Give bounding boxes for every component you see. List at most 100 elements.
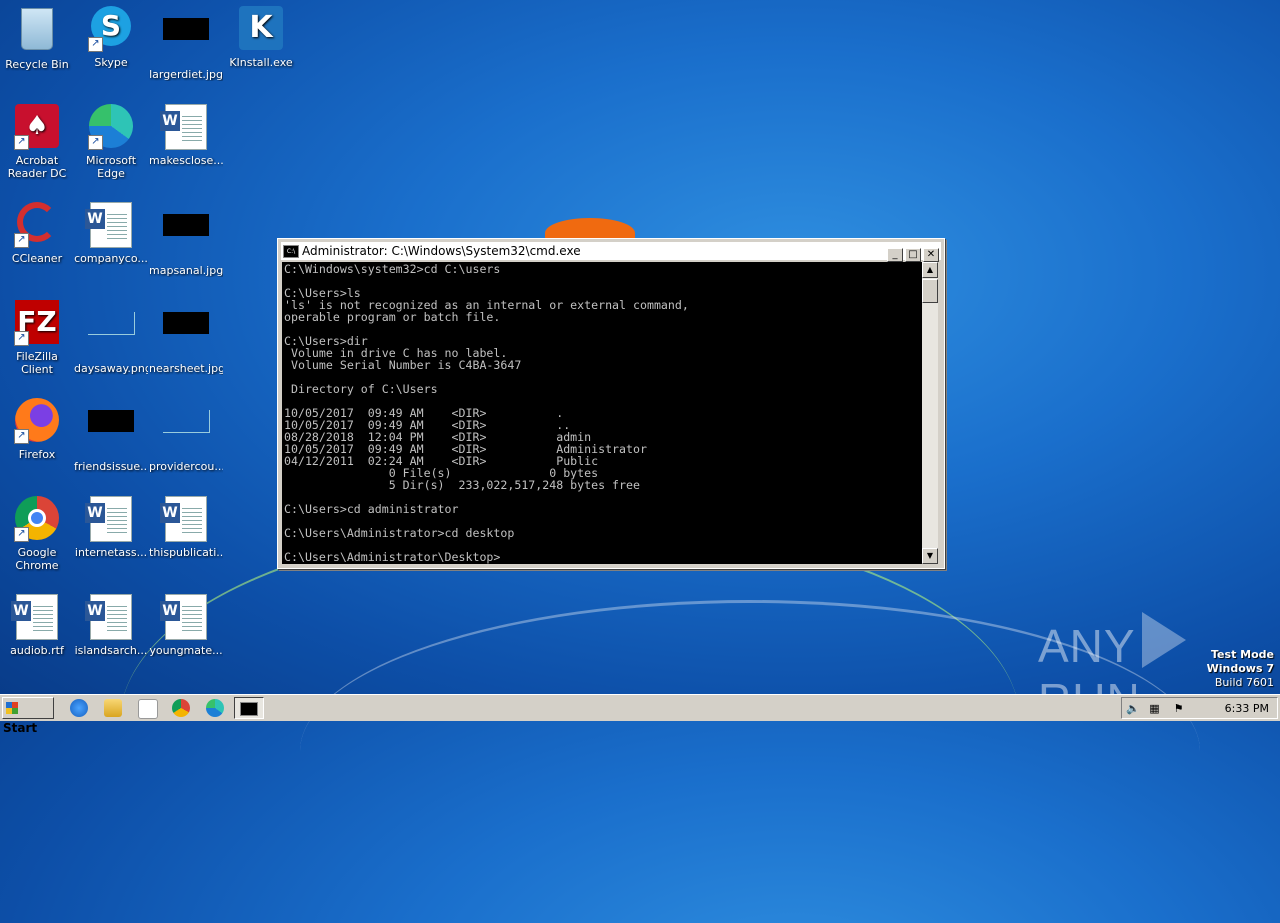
desktop-icon-firefox[interactable]: ↗ Firefox (0, 398, 74, 461)
filezilla-icon: FZ ↗ (14, 300, 60, 346)
minimize-button[interactable]: _ (887, 248, 903, 262)
window-title: Administrator: C:\Windows\System32\cmd.e… (302, 244, 581, 258)
word-doc-icon: W (85, 594, 134, 640)
icon-label: nearsheet.jpg (149, 362, 223, 375)
word-doc-icon: W (160, 594, 209, 640)
start-button[interactable]: Start (2, 697, 54, 735)
scroll-down-icon[interactable]: ▼ (922, 548, 938, 564)
shortcut-arrow-icon: ↗ (88, 37, 103, 52)
acrobat-icon: ♠ ↗ (14, 104, 60, 150)
shortcut-arrow-icon: ↗ (14, 527, 29, 542)
watermark-brand: ANY (1038, 620, 1136, 672)
desktop-icon-skype[interactable]: S ↗ Skype (74, 6, 148, 69)
image-file-icon (163, 214, 209, 260)
volume-icon[interactable]: 🔈 (1126, 702, 1140, 715)
desktop-icon-thispublicati[interactable]: W thispublicati... (149, 496, 223, 559)
desktop-icon-recycle-bin[interactable]: Recycle Bin (0, 6, 74, 71)
clock[interactable]: 6:33 PM (1225, 702, 1269, 715)
desktop-icon-chrome[interactable]: ↗ Google Chrome (0, 496, 74, 572)
desktop-icon-acrobat[interactable]: ♠ ↗ Acrobat Reader DC (0, 104, 74, 180)
action-center-icon[interactable]: ⚑ (1172, 702, 1185, 715)
desktop-icon-makesclose[interactable]: W makesclose.... (149, 104, 223, 167)
desktop-icon-internetass[interactable]: W internetass... (74, 496, 148, 559)
system-tray: 🔈 ▦ ⚑ 6:33 PM (1121, 697, 1278, 719)
image-file-icon (88, 410, 134, 456)
word-doc-icon: W (160, 496, 209, 542)
media-player-icon[interactable] (138, 699, 158, 719)
start-label: Start (3, 721, 38, 735)
cmd-taskbar-button[interactable] (234, 697, 264, 719)
desktop-icon-filezilla[interactable]: FZ ↗ FileZilla Client (0, 300, 74, 376)
icon-label: Firefox (18, 448, 56, 461)
desktop-icon-daysaway[interactable]: daysaway.png (74, 300, 148, 375)
close-button[interactable]: ✕ (923, 248, 939, 262)
shortcut-arrow-icon: ↗ (14, 429, 29, 444)
word-doc-icon: W (11, 594, 60, 640)
vertical-scrollbar[interactable]: ▲ ▼ (922, 262, 938, 564)
icon-label: Microsoft Edge (85, 154, 137, 180)
icon-label: FileZilla Client (16, 350, 58, 376)
icon-label: Google Chrome (15, 546, 59, 572)
windows-version-label: Windows 7 (1206, 662, 1274, 675)
chrome-taskbar-icon[interactable] (172, 699, 190, 717)
desktop-icon-edge[interactable]: ↗ Microsoft Edge (74, 104, 148, 180)
recycle-bin-icon (14, 8, 60, 54)
image-file-icon (88, 312, 135, 358)
icon-label: mapsanal.jpg (149, 264, 223, 277)
internet-explorer-icon[interactable] (70, 699, 88, 717)
network-icon[interactable]: ▦ (1148, 702, 1161, 715)
scroll-up-icon[interactable]: ▲ (922, 262, 938, 278)
shortcut-arrow-icon: ↗ (88, 135, 103, 150)
icon-label: Acrobat Reader DC (7, 154, 67, 180)
icon-label: CCleaner (11, 252, 63, 265)
desktop-icon-largerdiet[interactable]: largerdiet.jpg (149, 6, 223, 81)
word-doc-icon: W (160, 104, 209, 150)
desktop-icon-youngmate[interactable]: W youngmate... (149, 594, 223, 657)
icon-label: makesclose.... (149, 154, 223, 167)
icon-label: largerdiet.jpg (149, 68, 223, 81)
image-file-icon (163, 18, 209, 64)
icon-label: KInstall.exe (229, 56, 293, 69)
icon-label: friendsissue... (74, 460, 148, 473)
shortcut-arrow-icon: ↗ (14, 135, 29, 150)
shortcut-arrow-icon: ↗ (14, 331, 29, 346)
edge-icon: ↗ (88, 104, 134, 150)
desktop-icon-nearsheet[interactable]: nearsheet.jpg (149, 300, 223, 375)
skype-icon: S ↗ (88, 6, 134, 52)
cmd-window[interactable]: C:\ Administrator: C:\Windows\System32\cm… (277, 238, 945, 569)
kinstall-icon: K (238, 6, 284, 52)
test-mode-notice: Test Mode Windows 7 Build 7601 (1207, 648, 1274, 690)
firefox-icon: ↗ (14, 398, 60, 444)
icon-label: audiob.rtf (10, 644, 64, 657)
icon-label: islandsarch... (74, 644, 148, 657)
cmd-taskbar-icon (240, 702, 258, 716)
desktop-icon-mapsanal[interactable]: mapsanal.jpg (149, 202, 223, 277)
desktop-icon-islandsarch[interactable]: W islandsarch... (74, 594, 148, 657)
desktop-icon-companyco[interactable]: W companyco... (74, 202, 148, 265)
scroll-thumb[interactable] (922, 279, 938, 303)
file-explorer-icon[interactable] (104, 699, 122, 717)
taskbar: Start 🔈 ▦ ⚑ 6:33 PM (0, 694, 1280, 735)
console-output[interactable]: C:\Windows\system32>cd C:\users C:\Users… (282, 262, 922, 564)
edge-taskbar-icon[interactable] (206, 699, 224, 717)
windows-flag-icon (6, 702, 18, 714)
desktop-icon-ccleaner[interactable]: ↗ CCleaner (0, 202, 74, 265)
desktop-icon-providercou[interactable]: providercou... (149, 398, 223, 473)
icon-label: companyco... (74, 252, 148, 265)
ccleaner-icon: ↗ (14, 202, 60, 248)
play-icon (1141, 612, 1186, 668)
word-doc-icon: W (85, 202, 134, 248)
build-label: Build 7601 (1214, 676, 1274, 689)
image-file-icon (163, 312, 209, 358)
maximize-button[interactable]: □ (905, 248, 921, 262)
icon-label: Recycle Bin (5, 58, 69, 71)
image-file-icon (163, 410, 210, 456)
desktop-icon-friendsissue[interactable]: friendsissue... (74, 398, 148, 473)
desktop-icon-audiob[interactable]: W audiob.rtf (0, 594, 74, 657)
cmd-titlebar[interactable]: C:\ Administrator: C:\Windows\System32\cm… (281, 242, 941, 262)
desktop-icon-kinstall[interactable]: K KInstall.exe (224, 6, 298, 69)
test-mode-label: Test Mode (1211, 648, 1274, 661)
shortcut-arrow-icon: ↗ (14, 233, 29, 248)
icon-label: thispublicati... (149, 546, 223, 559)
icon-label: daysaway.png (74, 362, 148, 375)
